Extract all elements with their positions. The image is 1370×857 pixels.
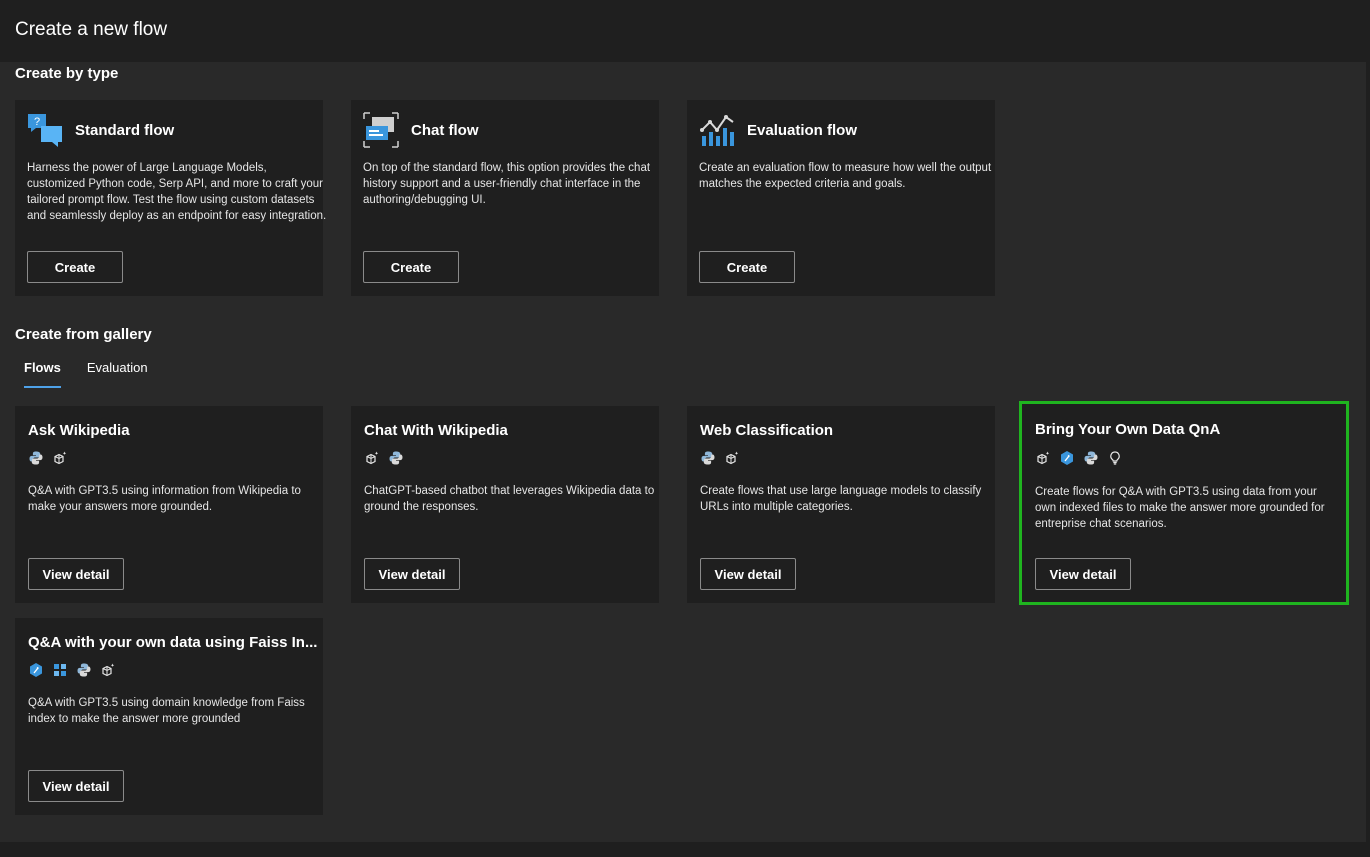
- gallery-card-bring-your-own-data-qna: Bring Your Own Data QnA Create flows for…: [1019, 401, 1349, 605]
- content-panel: Create by type ? Standard flow Harness t…: [0, 62, 1366, 842]
- llm-sparkle-icon: [100, 662, 116, 678]
- standard-flow-card: ? Standard flow Harness the power of Lar…: [15, 100, 326, 296]
- gallery-card-title: Bring Your Own Data QnA: [1035, 421, 1221, 438]
- view-detail-button[interactable]: View detail: [364, 558, 460, 590]
- view-detail-button[interactable]: View detail: [700, 558, 796, 590]
- gallery-card-title: Ask Wikipedia: [28, 422, 130, 439]
- tab-flows[interactable]: Flows: [24, 360, 61, 388]
- evaluation-flow-card: Evaluation flow Create an evaluation flo…: [687, 100, 995, 296]
- python-icon: [28, 450, 44, 466]
- create-by-type-heading: Create by type: [15, 65, 119, 82]
- chat-window-icon: [363, 112, 399, 148]
- tool-icon: [28, 662, 44, 678]
- gallery-card-icons: [1035, 449, 1123, 467]
- evaluation-flow-description: Create an evaluation flow to measure how…: [699, 162, 992, 190]
- gallery-card-description: Create flows that use large language mod…: [700, 485, 982, 513]
- gallery-card-title: Chat With Wikipedia: [364, 422, 508, 439]
- gallery-tabs: Flows Evaluation: [24, 360, 148, 390]
- gallery-card-icons: [28, 661, 116, 679]
- view-detail-button[interactable]: View detail: [28, 558, 124, 590]
- gallery-card-description: ChatGPT-based chatbot that leverages Wik…: [364, 485, 655, 513]
- python-icon: [1083, 450, 1099, 466]
- standard-flow-create-button[interactable]: Create: [27, 251, 123, 283]
- page-header: Create a new flow: [0, 0, 1370, 62]
- python-icon: [700, 450, 716, 466]
- llm-sparkle-icon: [52, 450, 68, 466]
- chat-question-icon: ?: [28, 114, 62, 147]
- gallery-card-title: Web Classification: [700, 422, 834, 439]
- standard-flow-description: Harness the power of Large Language Mode…: [27, 162, 327, 222]
- tab-evaluation[interactable]: Evaluation: [87, 360, 148, 388]
- chat-flow-create-button[interactable]: Create: [363, 251, 459, 283]
- llm-sparkle-icon: [724, 450, 740, 466]
- gallery-card-ask-wikipedia: Ask Wikipedia Q&A with GPT3.5 using info…: [15, 406, 323, 603]
- tool-icon: [1059, 450, 1075, 466]
- lightbulb-icon: [1107, 450, 1123, 466]
- gallery-card-description: Q&A with GPT3.5 using domain knowledge f…: [28, 697, 305, 725]
- python-icon: [388, 450, 404, 466]
- vector-grid-icon: [52, 662, 68, 678]
- gallery-card-description: Q&A with GPT3.5 using information from W…: [28, 485, 301, 513]
- view-detail-button[interactable]: View detail: [28, 770, 124, 802]
- chat-flow-title: Chat flow: [411, 122, 479, 139]
- chat-flow-description: On top of the standard flow, this option…: [363, 162, 651, 206]
- gallery-card-title: Q&A with your own data using Faiss In...: [28, 634, 318, 651]
- llm-sparkle-icon: [364, 450, 380, 466]
- view-detail-button[interactable]: View detail: [1035, 558, 1131, 590]
- line-chart-icon: [700, 115, 734, 146]
- evaluation-flow-title: Evaluation flow: [747, 122, 858, 139]
- llm-sparkle-icon: [1035, 450, 1051, 466]
- create-from-gallery-heading: Create from gallery: [15, 326, 152, 343]
- gallery-card-chat-with-wikipedia: Chat With Wikipedia ChatGPT-based chatbo…: [351, 406, 659, 603]
- gallery-card-icons: [364, 449, 404, 467]
- evaluation-flow-create-button[interactable]: Create: [699, 251, 795, 283]
- chat-flow-card: Chat flow On top of the standard flow, t…: [351, 100, 659, 296]
- page-title: Create a new flow: [15, 19, 168, 40]
- gallery-card-web-classification: Web Classification Create flows that use…: [687, 406, 995, 603]
- standard-flow-title: Standard flow: [75, 122, 175, 139]
- gallery-card-icons: [700, 449, 740, 467]
- python-icon: [76, 662, 92, 678]
- gallery-card-icons: [28, 449, 68, 467]
- gallery-card-description: Create flows for Q&A with GPT3.5 using d…: [1035, 486, 1325, 530]
- gallery-card-qa-faiss: Q&A with your own data using Faiss In...…: [15, 618, 323, 815]
- svg-text:?: ?: [34, 116, 40, 128]
